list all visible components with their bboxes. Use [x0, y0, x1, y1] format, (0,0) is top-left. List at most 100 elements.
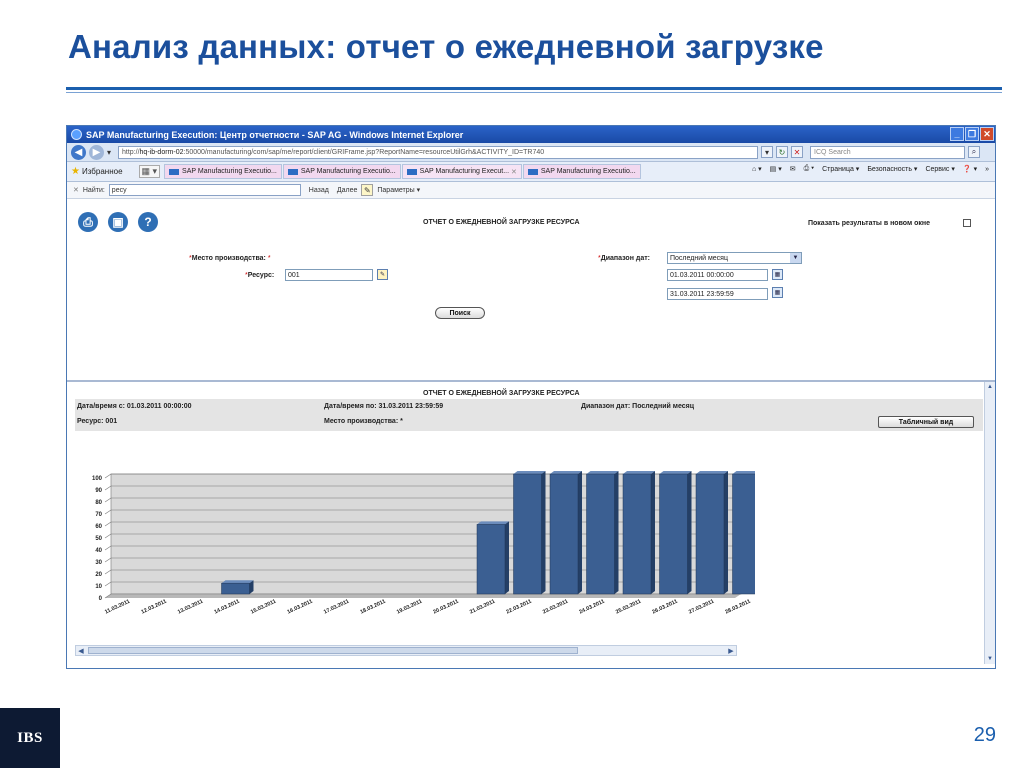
grid-diagonal	[104, 581, 112, 587]
load-chart: 0 10 20 30 40 50 60 70 80 90 100 11.03.2011 12.03.2…	[92, 471, 755, 616]
vertical-scrollbar[interactable]: ▲ ▼	[984, 382, 995, 664]
help-icon[interactable]: ❓ ▾	[963, 165, 977, 173]
resource-field-label: *Ресурс:	[245, 272, 275, 279]
mail-icon[interactable]: ✉	[790, 165, 796, 173]
find-options-button[interactable]: Параметры ▾	[377, 186, 420, 194]
grid-diagonal	[104, 569, 112, 575]
print-report-icon[interactable]: ⎙	[78, 212, 98, 232]
x-tick-label: 20.03.2011	[432, 599, 459, 616]
date-range-select[interactable]: Последний месяц ▼	[667, 252, 802, 264]
window-icon[interactable]: ▣	[108, 212, 128, 232]
scroll-up-icon[interactable]: ▲	[985, 382, 995, 392]
bar-top	[513, 471, 546, 474]
service-menu[interactable]: Сервис ▾	[925, 165, 954, 173]
x-tick-label: 26.03.2011	[651, 599, 678, 616]
date-range-label: Диапазон дат:	[600, 255, 650, 262]
site-label: Место производства:	[191, 255, 266, 262]
form-header: ОТЧЕТ О ЕЖЕДНЕВНОЙ ЗАГРУЗКЕ РЕСУРСА	[423, 219, 580, 226]
page-number: 29	[973, 724, 996, 746]
find-input[interactable]: ресу	[108, 184, 301, 196]
refresh-icon[interactable]: ↻	[776, 146, 789, 158]
bar-side	[651, 471, 655, 594]
calendar-icon[interactable]: ▦	[772, 287, 783, 298]
bar-top	[221, 580, 254, 584]
date-to-value: 31.03.2011 23:59:59	[670, 290, 734, 298]
x-tick-label: 21.03.2011	[469, 599, 496, 616]
date-from-value: 01.03.2011 00:00:00	[670, 271, 734, 279]
help-circle-icon[interactable]: ?	[138, 212, 158, 232]
minimize-button[interactable]: _	[950, 127, 964, 141]
bar	[476, 524, 506, 595]
y-tick-label: 60	[95, 524, 102, 530]
tab-2[interactable]: SAP Manufacturing Executio...	[282, 164, 401, 179]
chevron-down-icon: ▼	[790, 253, 801, 263]
scroll-thumb[interactable]	[88, 647, 578, 654]
find-prev-button[interactable]: Назад	[309, 187, 329, 194]
y-tick-label: 0	[99, 596, 103, 602]
tab-3[interactable]: SAP Manufacturing Execut... ✕	[401, 164, 522, 179]
report-date-range: Диапазон дат: Последний месяц	[581, 403, 695, 410]
stop-icon[interactable]: ✕	[791, 146, 804, 158]
print-icon[interactable]: ⎙ ▾	[804, 165, 815, 173]
url-input[interactable]: http://hq-ib-dorm-02:50000/manufacturing…	[118, 145, 759, 159]
restore-button[interactable]: ❐	[965, 127, 979, 141]
grid-diagonal	[104, 485, 112, 491]
calendar-icon[interactable]: ▦	[772, 269, 783, 280]
scroll-right-icon[interactable]: ▶	[726, 646, 736, 655]
feeds-icon[interactable]: ▤ ▾	[770, 165, 782, 173]
y-tick-label: 90	[95, 488, 102, 494]
url-prefix: http://	[122, 148, 140, 156]
x-tick-label: 11.03.2011	[104, 599, 131, 616]
x-tick-label: 22.03.2011	[505, 599, 532, 616]
home-icon[interactable]: ⌂ ▾	[752, 165, 762, 173]
sap-icon	[287, 168, 298, 175]
scroll-left-icon[interactable]: ◀	[76, 646, 86, 655]
date-from-input[interactable]: 01.03.2011 00:00:00	[667, 269, 768, 281]
url-dropdown-icon[interactable]: ▾	[761, 146, 774, 158]
scroll-down-icon[interactable]: ▼	[985, 654, 995, 664]
pencil-icon[interactable]: ✎	[361, 184, 374, 196]
browser-window: SAP Manufacturing Execution: Центр отчет…	[66, 125, 996, 669]
tab-4[interactable]: SAP Manufacturing Executio...	[522, 164, 641, 179]
date-to-input[interactable]: 31.03.2011 23:59:59	[667, 288, 768, 300]
tab-1[interactable]: SAP Manufacturing Executio...	[164, 164, 282, 179]
bar	[732, 473, 755, 595]
history-dropdown-icon[interactable]: ▾	[107, 148, 111, 157]
search-icon[interactable]: ⌕	[968, 146, 981, 158]
overflow-icon[interactable]: »	[985, 166, 989, 173]
find-options-label: Параметры	[377, 187, 415, 194]
url-host: hq-ib-dorm-02	[139, 148, 184, 156]
find-close-icon[interactable]: ✕	[73, 186, 79, 194]
x-tick-label: 13.03.2011	[177, 599, 204, 616]
grid-diagonal	[104, 557, 112, 563]
tab-close-icon[interactable]: ✕	[511, 168, 517, 176]
resource-input[interactable]: 001	[285, 269, 373, 281]
bar	[695, 473, 725, 595]
horizontal-scrollbar[interactable]: ◀ ▶	[75, 645, 737, 656]
x-tick-label: 17.03.2011	[323, 599, 350, 616]
search-button[interactable]: Поиск	[435, 307, 485, 319]
window-titlebar: SAP Manufacturing Execution: Центр отчет…	[67, 126, 995, 143]
sap-icon	[406, 168, 417, 175]
x-tick-label: 25.03.2011	[615, 599, 642, 616]
report-header: ОТЧЕТ О ЕЖЕДНЕВНОЙ ЗАГРУЗКЕ РЕСУРСА	[423, 390, 580, 397]
back-button[interactable]: ◀	[71, 144, 86, 160]
bar	[659, 473, 688, 595]
service-menu-label: Сервис	[925, 166, 950, 173]
forward-button[interactable]: ▶	[89, 144, 104, 160]
close-button[interactable]: ✕	[980, 127, 994, 141]
table-view-button[interactable]: Табличный вид	[878, 416, 974, 428]
find-next-button[interactable]: Далее	[337, 187, 358, 194]
resource-browse-icon[interactable]: ✎	[377, 269, 388, 280]
bar-top	[550, 471, 582, 474]
bar	[513, 473, 542, 595]
search-input[interactable]: ICQ Search	[810, 145, 966, 159]
security-menu[interactable]: Безопасность ▾	[867, 165, 917, 173]
report-date-from: Дата/время с: 01.03.2011 00:00:00	[77, 403, 192, 410]
report-resource: Ресурс: 001	[77, 418, 118, 425]
x-tick-label: 16.03.2011	[286, 599, 313, 616]
new-window-checkbox[interactable]	[963, 219, 971, 227]
quick-tabs-icon[interactable]: ▦ ▾	[138, 165, 161, 178]
favorites-button[interactable]: ★ Избранное	[71, 166, 123, 177]
page-menu[interactable]: Страница ▾	[822, 165, 859, 173]
